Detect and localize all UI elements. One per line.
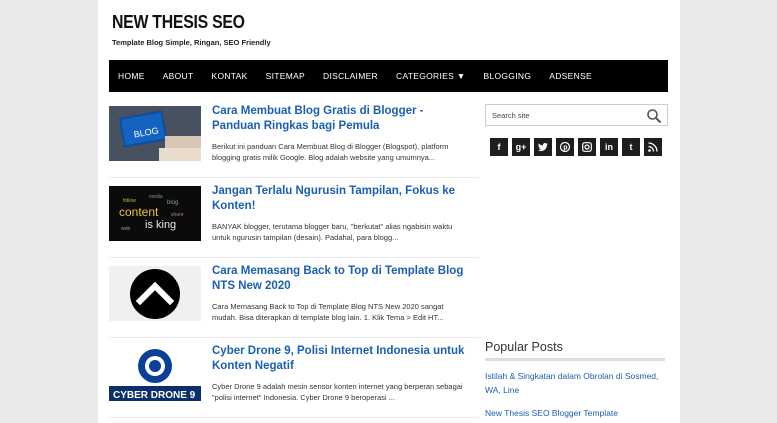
- nav-blogging[interactable]: BLOGGING: [474, 71, 540, 81]
- post-title[interactable]: Cara Memasang Back to Top di Template Bl…: [212, 264, 470, 294]
- nav-about[interactable]: ABOUT: [154, 71, 203, 81]
- instagram-icon[interactable]: [578, 138, 596, 156]
- facebook-icon[interactable]: f: [490, 138, 508, 156]
- nav-disclaimer[interactable]: DISCLAIMER: [314, 71, 387, 81]
- blog-header: NEW THESIS SEO Template Blog Simple, Rin…: [112, 12, 271, 47]
- svg-text:p: p: [563, 145, 567, 152]
- post-snippet: Cara Memasang Back to Top di Template Bl…: [212, 302, 444, 322]
- post-thumbnail[interactable]: CYBER DRONE 9: [109, 346, 201, 401]
- blog-page: NEW THESIS SEO Template Blog Simple, Rin…: [98, 0, 680, 423]
- post-snippet: BANYAK blogger, terutama blogger baru, "…: [212, 222, 453, 242]
- svg-text:follow: follow: [123, 198, 136, 204]
- search-icon[interactable]: [646, 108, 662, 124]
- rss-icon[interactable]: [644, 138, 662, 156]
- google-plus-icon[interactable]: g+: [512, 138, 530, 156]
- nav-home[interactable]: HOME: [109, 71, 154, 81]
- post-item: CYBER DRONE 9 Cyber Drone 9, Polisi Inte…: [109, 338, 479, 418]
- svg-text:web: web: [121, 226, 130, 232]
- post-list: BLOG Cara Membuat Blog Gratis di Blogger…: [109, 98, 479, 418]
- pinterest-icon[interactable]: p: [556, 138, 574, 156]
- post-title[interactable]: Cyber Drone 9, Polisi Internet Indonesia…: [212, 344, 470, 374]
- nav-categories[interactable]: CATEGORIES ▼: [387, 71, 474, 81]
- nav-adsense[interactable]: ADSENSE: [540, 71, 601, 81]
- main-nav: HOME ABOUT KONTAK SITEMAP DISCLAIMER CAT…: [109, 60, 668, 92]
- post-title[interactable]: Jangan Terlalu Ngurusin Tampilan, Fokus …: [212, 184, 470, 214]
- svg-text:blog: blog: [167, 200, 178, 206]
- social-icons: f g+ p in t: [485, 138, 668, 156]
- blog-title[interactable]: NEW THESIS SEO: [112, 12, 252, 33]
- post-snippet: Berikut ini panduan Cara Membuat Blog di…: [212, 142, 449, 162]
- post-thumbnail[interactable]: BLOG: [109, 106, 201, 161]
- svg-text:media: media: [149, 194, 163, 200]
- linkedin-icon[interactable]: in: [600, 138, 618, 156]
- tumblr-icon[interactable]: t: [622, 138, 640, 156]
- post-item: follow media blog content is king share …: [109, 178, 479, 258]
- popular-post-link[interactable]: New Thesis SEO Blogger Template: [485, 406, 665, 420]
- post-title[interactable]: Cara Membuat Blog Gratis di Blogger - Pa…: [212, 104, 470, 134]
- post-thumbnail[interactable]: follow media blog content is king share …: [109, 186, 201, 241]
- cyber-drone-label: CYBER DRONE 9: [113, 390, 196, 401]
- twitter-icon[interactable]: [534, 138, 552, 156]
- post-snippet: Cyber Drone 9 adalah mesin sensor konten…: [212, 382, 463, 402]
- nav-kontak[interactable]: KONTAK: [202, 71, 256, 81]
- sidebar: f g+ p in t Popular Posts Istilah & Sing…: [485, 104, 668, 418]
- search-input[interactable]: [486, 105, 636, 126]
- is-king-word: is king: [145, 219, 176, 231]
- popular-posts-title: Popular Posts: [485, 340, 665, 361]
- post-item: Cara Memasang Back to Top di Template Bl…: [109, 258, 479, 338]
- nav-sitemap[interactable]: SITEMAP: [257, 71, 314, 81]
- post-item: BLOG Cara Membuat Blog Gratis di Blogger…: [109, 98, 479, 178]
- search-box: [485, 104, 668, 126]
- popular-post-link[interactable]: Istilah & Singkatan dalam Obrolan di Sos…: [485, 369, 665, 397]
- post-thumbnail[interactable]: [109, 266, 201, 321]
- content-word: content: [119, 205, 159, 219]
- svg-text:share: share: [171, 212, 184, 218]
- blog-description: Template Blog Simple, Ringan, SEO Friend…: [112, 38, 271, 47]
